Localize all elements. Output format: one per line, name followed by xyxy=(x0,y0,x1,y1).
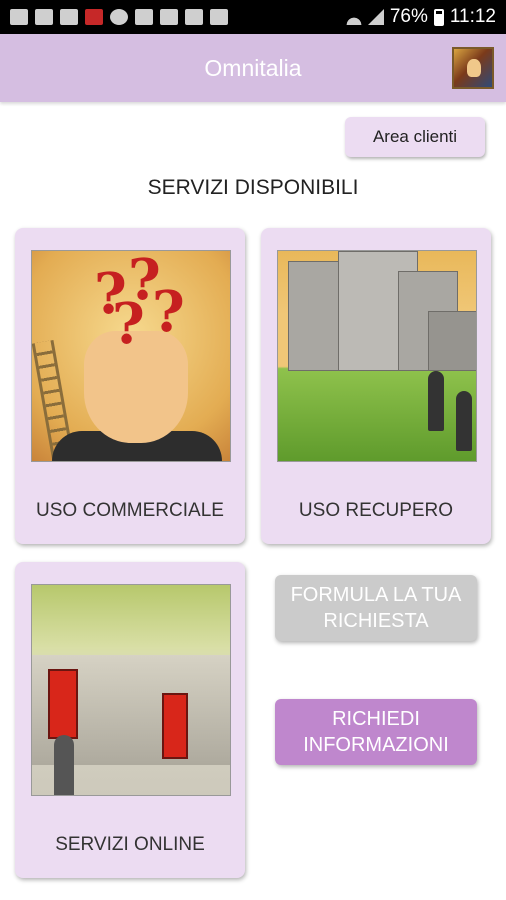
app-title: Omnitalia xyxy=(204,54,302,81)
card-label: USO COMMERCIALE xyxy=(36,500,224,521)
app-notification-icon xyxy=(85,9,103,25)
email-icon xyxy=(160,9,178,25)
card-servizi-online[interactable]: SERVIZI ONLINE xyxy=(15,562,245,878)
app-logo[interactable] xyxy=(452,47,494,89)
uso-commerciale-image: ? ? ? ? xyxy=(31,250,231,462)
book-icon xyxy=(135,9,153,25)
app-bar: Omnitalia xyxy=(0,34,506,102)
photo-icon xyxy=(60,9,78,25)
signal-icon xyxy=(367,9,384,25)
card-label: SERVIZI ONLINE xyxy=(55,834,205,855)
weather-icon xyxy=(10,9,28,25)
system-status: 76% 11:12 xyxy=(345,6,496,28)
mail-icon xyxy=(35,9,53,25)
card-uso-commerciale[interactable]: ? ? ? ? USO COMMERCIALE xyxy=(15,228,245,544)
battery-percentage: 76% xyxy=(389,6,428,27)
notification-icons xyxy=(10,9,228,25)
status-bar: 76% 11:12 xyxy=(0,0,506,34)
card-uso-recupero[interactable]: USO RECUPERO xyxy=(261,228,491,544)
card-label: USO RECUPERO xyxy=(298,500,454,521)
clock: 11:12 xyxy=(449,6,496,27)
uso-recupero-image xyxy=(277,250,477,462)
play-store-icon xyxy=(185,9,203,25)
wifi-icon xyxy=(345,9,362,25)
servizi-online-image xyxy=(31,584,231,796)
area-clienti-button[interactable]: Area clienti xyxy=(345,117,485,157)
section-title: SERVIZI DISPONIBILI xyxy=(147,176,359,199)
battery-icon xyxy=(433,8,444,26)
formula-richiesta-button[interactable]: FORMULA LA TUA RICHIESTA xyxy=(275,575,477,641)
sync-icon xyxy=(110,9,128,25)
richiedi-informazioni-button[interactable]: RICHIEDI INFORMAZIONI xyxy=(275,699,477,765)
play-icon xyxy=(210,9,228,25)
